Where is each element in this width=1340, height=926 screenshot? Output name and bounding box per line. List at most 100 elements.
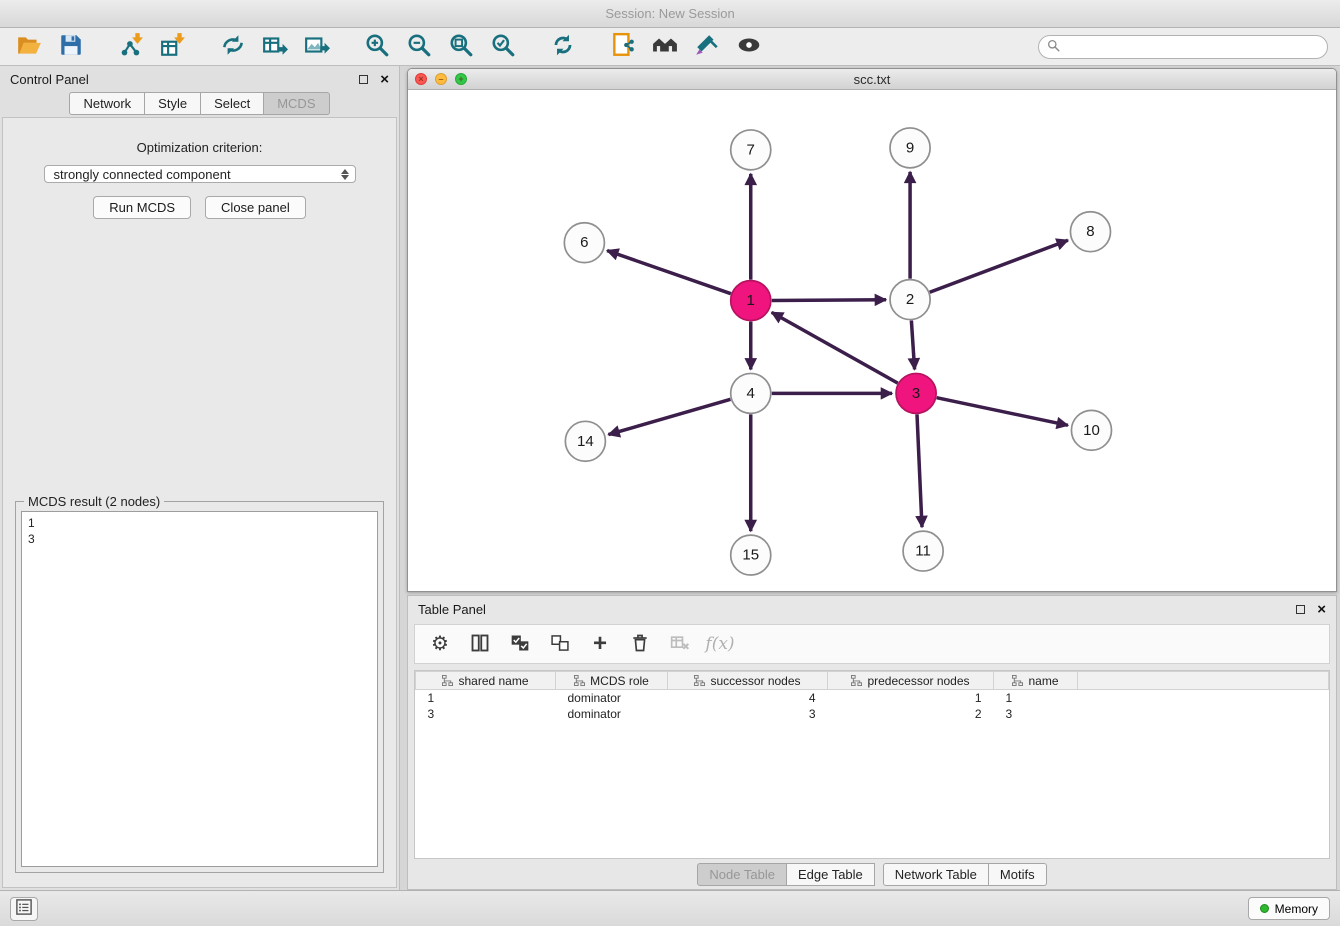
refresh-layout-button[interactable] (546, 32, 580, 62)
mcds-result-list[interactable]: 13 (21, 511, 378, 867)
tab-mcds[interactable]: MCDS (264, 92, 329, 115)
export-table-button[interactable] (258, 32, 292, 62)
network-node-15[interactable]: 15 (731, 535, 771, 575)
network-node-8[interactable]: 8 (1070, 212, 1110, 252)
network-node-14[interactable]: 14 (565, 421, 605, 461)
mcds-result-group: MCDS result (2 nodes) 13 (15, 501, 384, 873)
edge-3-to-1[interactable] (772, 312, 898, 383)
network-canvas[interactable]: 7 9 6 8 1 2 4 3 14 10 15 11 (408, 90, 1336, 591)
home-button[interactable] (648, 32, 682, 62)
deselect-all-columns-button[interactable] (545, 629, 575, 659)
column-header-mcds-role[interactable]: MCDS role (556, 672, 668, 690)
network-node-1[interactable]: 1 (731, 281, 771, 321)
edge-1-to-6[interactable] (607, 251, 731, 294)
delete-column-button[interactable] (625, 629, 655, 659)
search-input[interactable] (1065, 39, 1319, 55)
run-mcds-button[interactable]: Run MCDS (93, 196, 191, 219)
column-header-shared-name[interactable]: shared name (416, 672, 556, 690)
zoom-in-button[interactable] (360, 32, 394, 62)
table-cell[interactable]: dominator (556, 706, 668, 722)
float-panel-icon[interactable] (359, 75, 368, 84)
table-row[interactable]: 3dominator323 (416, 706, 1329, 722)
select-all-icon (510, 633, 530, 656)
plus-icon: + (593, 632, 607, 656)
table-cell[interactable]: 1 (994, 690, 1078, 706)
edge-2-to-8[interactable] (930, 240, 1068, 292)
search-box[interactable] (1038, 35, 1328, 59)
zoom-fit-icon (448, 32, 474, 61)
node-table-area: shared nameMCDS rolesuccessor nodesprede… (414, 670, 1330, 859)
table-tab-network-table[interactable]: Network Table (883, 863, 989, 886)
table-cell[interactable]: 3 (668, 706, 828, 722)
network-node-2[interactable]: 2 (890, 280, 930, 320)
select-all-columns-button[interactable] (505, 629, 535, 659)
style-brush-icon (694, 32, 720, 61)
zoom-fit-button[interactable] (444, 32, 478, 62)
column-header-successor-nodes[interactable]: successor nodes (668, 672, 828, 690)
tab-style[interactable]: Style (145, 92, 201, 115)
close-window-button[interactable]: × (415, 73, 427, 85)
column-tree-icon (1012, 675, 1023, 686)
table-settings-button[interactable]: ⚙ (425, 629, 455, 659)
save-session-button[interactable] (54, 32, 88, 62)
table-cell[interactable]: 2 (828, 706, 994, 722)
network-node-4[interactable]: 4 (731, 373, 771, 413)
zoom-selected-button[interactable] (486, 32, 520, 62)
network-document-button[interactable] (606, 32, 640, 62)
edge-3-to-10[interactable] (937, 398, 1068, 426)
delete-table-button[interactable] (665, 629, 695, 659)
edge-2-to-3[interactable] (911, 321, 914, 370)
table-cell[interactable]: 3 (416, 706, 556, 722)
table-cell[interactable]: 3 (994, 706, 1078, 722)
zoom-window-button[interactable]: + (455, 73, 467, 85)
zoom-out-button[interactable] (402, 32, 436, 62)
close-panel-button[interactable]: Close panel (205, 196, 306, 219)
minimize-window-button[interactable]: – (435, 73, 447, 85)
node-label-2: 2 (906, 291, 914, 308)
close-panel-icon[interactable]: × (380, 72, 389, 87)
network-node-7[interactable]: 7 (731, 130, 771, 170)
edge-4-to-14[interactable] (608, 399, 730, 434)
node-label-10: 10 (1083, 422, 1100, 439)
function-icon: f(x) (705, 634, 734, 654)
delete-table-icon (670, 633, 690, 656)
import-table-button[interactable] (156, 32, 190, 62)
table-tab-node-table[interactable]: Node Table (697, 863, 787, 886)
close-table-panel-icon[interactable]: × (1317, 602, 1326, 617)
network-node-11[interactable]: 11 (903, 531, 943, 571)
style-button[interactable] (690, 32, 724, 62)
table-cell[interactable]: 4 (668, 690, 828, 706)
table-tab-edge-table[interactable]: Edge Table (787, 863, 875, 886)
network-node-3[interactable]: 3 (896, 373, 936, 413)
show-hide-button[interactable] (732, 32, 766, 62)
export-image-button[interactable] (300, 32, 334, 62)
tab-select[interactable]: Select (201, 92, 264, 115)
create-column-button[interactable]: + (585, 629, 615, 659)
network-node-6[interactable]: 6 (564, 223, 604, 263)
network-node-10[interactable]: 10 (1071, 410, 1111, 450)
table-row[interactable]: 1dominator411 (416, 690, 1329, 706)
title-bar: Session: New Session (0, 0, 1340, 28)
tab-network[interactable]: Network (69, 92, 145, 115)
function-builder-button[interactable]: f(x) (705, 629, 735, 659)
show-columns-button[interactable] (465, 629, 495, 659)
table-cell[interactable]: 1 (416, 690, 556, 706)
deselect-all-icon (550, 633, 570, 656)
edge-3-to-11[interactable] (917, 414, 922, 527)
table-cell[interactable]: 1 (828, 690, 994, 706)
table-cell[interactable]: dominator (556, 690, 668, 706)
network-graph[interactable]: 7 9 6 8 1 2 4 3 14 10 15 11 (408, 90, 1336, 591)
float-table-panel-icon[interactable] (1296, 605, 1305, 614)
export-network-button[interactable] (216, 32, 250, 62)
open-session-button[interactable] (12, 32, 46, 62)
edge-1-to-2[interactable] (772, 300, 886, 301)
memory-button[interactable]: Memory (1248, 897, 1330, 920)
import-network-button[interactable] (114, 32, 148, 62)
optimization-criterion-select[interactable]: strongly connected component (44, 165, 356, 183)
column-header-name[interactable]: name (994, 672, 1078, 690)
network-node-9[interactable]: 9 (890, 128, 930, 168)
table-tab-motifs[interactable]: Motifs (989, 863, 1047, 886)
column-header-filler (1078, 672, 1329, 690)
column-header-predecessor-nodes[interactable]: predecessor nodes (828, 672, 994, 690)
task-history-button[interactable] (10, 897, 38, 921)
